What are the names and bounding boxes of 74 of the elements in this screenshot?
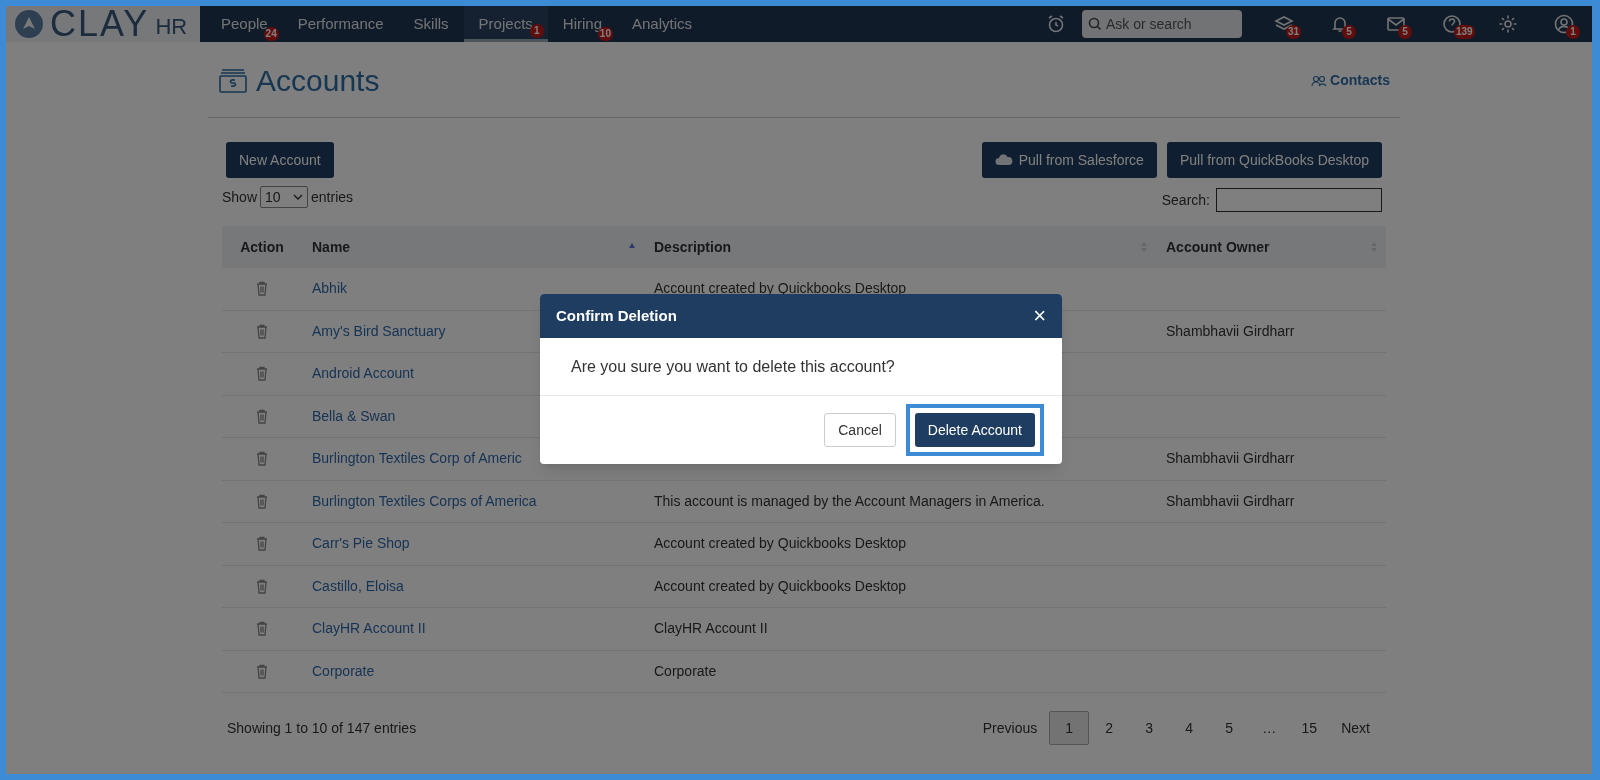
dialog-message: Are you sure you want to delete this account? [571, 356, 895, 377]
table-cell-text: Shambhavii Girdharr [1166, 491, 1295, 511]
nav-tab[interactable]: Skills [398, 6, 464, 42]
trash-icon[interactable] [256, 281, 268, 297]
account-link[interactable]: Burlington Textiles Corps of America [312, 490, 537, 512]
account-link[interactable]: Bella & Swan [312, 405, 396, 427]
count-badge: 31 [1286, 25, 1302, 39]
table-cell-text: This account is managed by the Account Managers in America. [654, 491, 1045, 511]
page-link[interactable]: 15 [1289, 711, 1330, 745]
nav-tab[interactable]: Performance [282, 6, 399, 42]
search-icon [1088, 17, 1102, 31]
count-badge: 5 [1342, 25, 1356, 39]
table-cell-text: Account created by Quickbooks Desktop [654, 534, 907, 554]
quickbooks-button[interactable]: Pull from QuickBooks Desktop [1166, 142, 1382, 178]
show-label: Show [222, 187, 258, 207]
page-link[interactable]: 3 [1129, 711, 1170, 745]
account-link[interactable]: Abhik [312, 278, 348, 300]
table-search-field[interactable] [1216, 188, 1382, 212]
avatar-icon[interactable] [1554, 14, 1574, 34]
table-cell-text: Account created by Quickbooks Desktop [654, 576, 907, 596]
account-link[interactable]: ClayHR Account II [312, 618, 426, 640]
trash-icon[interactable] [256, 493, 268, 509]
entries-label: entries [311, 187, 354, 207]
account-link[interactable]: Amy's Bird Sanctuary [312, 320, 446, 342]
page-link[interactable]: Previous [970, 711, 1050, 745]
column-header[interactable]: Description [644, 226, 1156, 268]
cancel-button[interactable]: Cancel [824, 413, 896, 447]
nav-tab[interactable]: Analytics [617, 6, 707, 42]
column-header[interactable]: Action [222, 226, 302, 268]
money-icon [218, 67, 248, 94]
table-cell-text: Shambhavii Girdharr [1166, 449, 1295, 469]
account-link[interactable]: Burlington Textiles Corp of Americ [312, 448, 522, 470]
page-link[interactable]: 5 [1209, 711, 1250, 745]
trash-icon[interactable] [256, 408, 268, 424]
table-cell-text: Corporate [654, 661, 717, 681]
search-label: Search: [1161, 190, 1210, 210]
page-link[interactable]: … [1249, 711, 1290, 745]
new-account-button[interactable]: New Account [226, 142, 334, 178]
table-cell-text: Shambhavii Girdharr [1166, 321, 1295, 341]
account-link[interactable]: Carr's Pie Shop [312, 533, 410, 555]
chevron-down-icon [293, 194, 304, 200]
page-link[interactable]: 4 [1169, 711, 1210, 745]
search-field[interactable]: Ask or search [1082, 10, 1242, 38]
alarm-clock-icon[interactable] [1046, 14, 1066, 34]
logo[interactable]: CLAY HR [6, 6, 200, 42]
page-link[interactable]: 2 [1089, 711, 1130, 745]
people-icon [1311, 74, 1328, 87]
delete-account-button[interactable]: Delete Account [914, 413, 1035, 447]
account-link[interactable]: Android Account [312, 363, 414, 385]
trash-icon[interactable] [256, 366, 268, 382]
dialog-title: Confirm Deletion [556, 305, 677, 326]
page-title: Accounts [256, 63, 380, 99]
count-badge: 1 [1566, 25, 1580, 39]
salesforce-button[interactable]: Pull from Salesforce [981, 142, 1157, 178]
contacts-link[interactable]: Contacts [1311, 70, 1390, 91]
table-cell-text: ClayHR Account II [654, 619, 768, 639]
account-link[interactable]: Castillo, Eloisa [312, 575, 404, 597]
trash-icon[interactable] [256, 451, 268, 467]
trash-icon[interactable] [256, 663, 268, 679]
trash-icon[interactable] [256, 323, 268, 339]
count-badge: 5 [1398, 25, 1412, 39]
close-button[interactable]: × [1033, 305, 1046, 327]
cloud-icon [994, 154, 1013, 166]
account-link[interactable]: Corporate [312, 660, 375, 682]
trash-icon[interactable] [256, 536, 268, 552]
trash-icon[interactable] [256, 621, 268, 637]
page-link[interactable]: Next [1329, 711, 1382, 745]
table-info: Showing 1 to 10 of 147 entries [227, 718, 417, 738]
column-header[interactable]: Name [302, 226, 644, 268]
trash-icon[interactable] [256, 578, 268, 594]
count-badge: 139 [1454, 25, 1475, 39]
column-header[interactable]: Account Owner [1156, 226, 1386, 268]
page-link[interactable]: 1 [1049, 711, 1090, 745]
page-size-select[interactable]: 10 [260, 186, 309, 208]
